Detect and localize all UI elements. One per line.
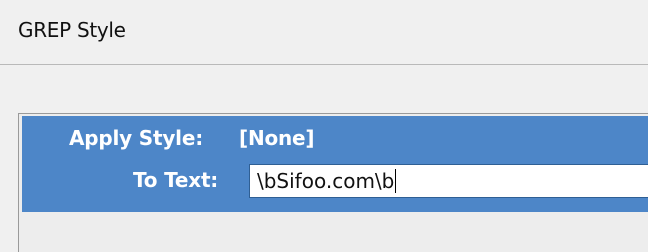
to-text-input[interactable]: \bSifoo.com\b [249,164,648,198]
apply-style-value[interactable]: [None] [239,126,315,150]
apply-style-label: Apply Style: [69,126,203,150]
to-text-value: \bSifoo.com\b [257,169,395,193]
to-text-label: To Text: [133,168,219,192]
grep-style-list[interactable]: Apply Style: [None] To Text: \bSifoo.com… [18,113,648,252]
section-title: GREP Style [18,18,126,42]
grep-style-row-selected[interactable]: Apply Style: [None] To Text: \bSifoo.com… [22,116,648,212]
section-divider [0,64,648,65]
text-caret [395,168,397,193]
